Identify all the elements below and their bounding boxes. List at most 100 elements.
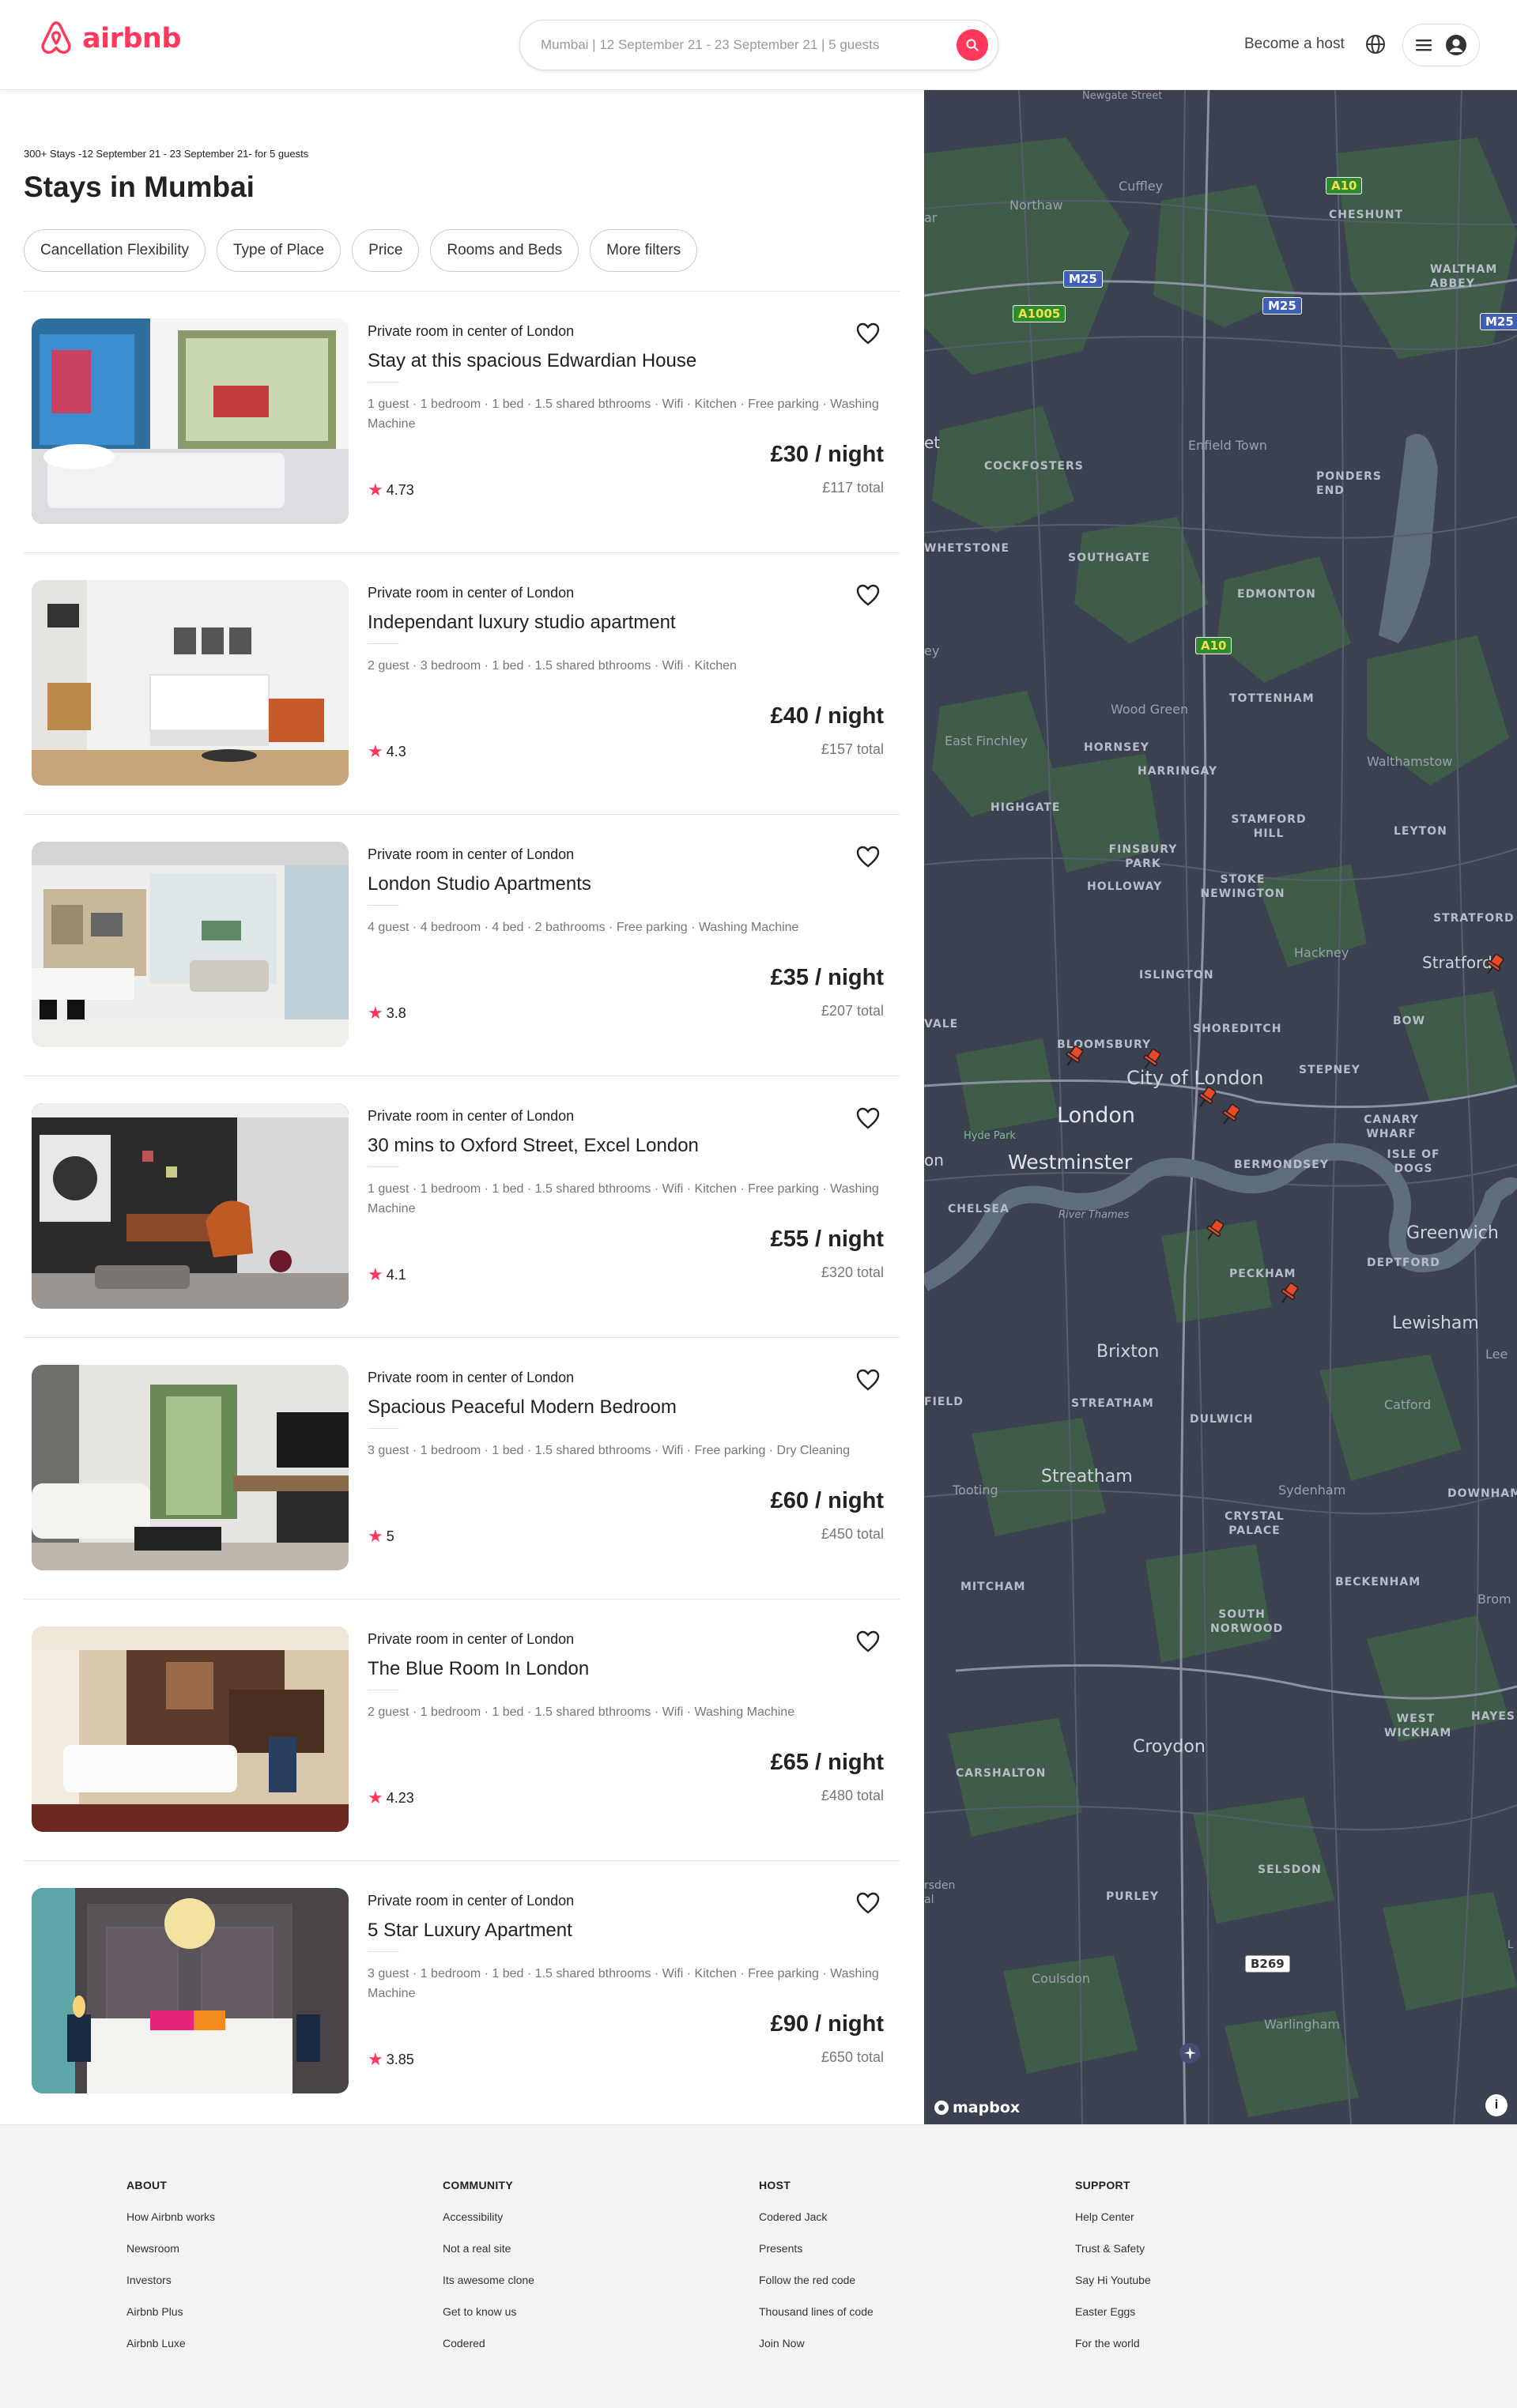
search-summary-text[interactable]: Mumbai | 12 September 21 - 23 September …	[541, 37, 957, 53]
footer-link[interactable]: Accessibility	[443, 2210, 534, 2223]
listing-title[interactable]: 30 mins to Oxford Street, Excel London	[368, 1135, 699, 1157]
footer-heading: HOST	[759, 2179, 791, 2191]
footer-link[interactable]: Follow the red code	[759, 2274, 874, 2286]
listing-total: £117 total	[822, 480, 884, 496]
footer-link[interactable]: Airbnb Luxe	[126, 2337, 215, 2350]
footer-link[interactable]: Trust & Safety	[1075, 2242, 1151, 2255]
footer-column-about: ABOUT How Airbnb works Newsroom Investor…	[126, 2179, 215, 2368]
map-label: Greenwich	[1406, 1223, 1499, 1243]
listing-total: £480 total	[821, 1788, 884, 1803]
globe-icon[interactable]	[1364, 33, 1387, 55]
map-pin-icon[interactable]	[1481, 952, 1508, 978]
listing-list: Private room in center of London Stay at…	[24, 292, 900, 2123]
map-label: FIELD	[924, 1396, 964, 1408]
user-icon	[1445, 35, 1466, 55]
heart-icon[interactable]	[855, 322, 881, 345]
filter-type-of-place[interactable]: Type of Place	[216, 229, 342, 272]
filter-price[interactable]: Price	[352, 229, 420, 272]
mapbox-logo[interactable]: mapbox	[934, 2099, 1020, 2116]
map-label: Northaw	[1009, 198, 1063, 213]
footer-link[interactable]: Thousand lines of code	[759, 2305, 874, 2318]
listing-card[interactable]: Private room in center of London The Blu…	[24, 1600, 900, 1861]
map-label: SHOREDITCH	[1193, 1023, 1282, 1035]
listing-title[interactable]: Independant luxury studio apartment	[368, 612, 676, 634]
footer-link[interactable]: Get to know us	[443, 2305, 534, 2318]
heart-icon[interactable]	[855, 845, 881, 869]
listing-photo[interactable]	[32, 580, 349, 786]
listing-card[interactable]: Private room in center of London Indepen…	[24, 553, 900, 815]
footer-link[interactable]: Codered	[443, 2337, 534, 2350]
footer-link[interactable]: For the world	[1075, 2337, 1151, 2350]
footer-link[interactable]: Presents	[759, 2242, 874, 2255]
search-bar[interactable]: Mumbai | 12 September 21 - 23 September …	[519, 20, 998, 70]
footer-link[interactable]: Codered Jack	[759, 2210, 874, 2223]
footer-link[interactable]: Airbnb Plus	[126, 2305, 215, 2318]
listing-photo[interactable]	[32, 1626, 349, 1832]
rating-value: 4.73	[386, 481, 414, 498]
map-label: Croydon	[1133, 1737, 1206, 1757]
heart-icon[interactable]	[855, 1630, 881, 1653]
map-label: TOTTENHAM	[1229, 692, 1315, 705]
filter-rooms-beds[interactable]: Rooms and Beds	[430, 229, 579, 272]
listing-card[interactable]: Private room in center of London Spaciou…	[24, 1338, 900, 1600]
star-icon: ★	[368, 1526, 383, 1546]
footer-link[interactable]: Easter Eggs	[1075, 2305, 1151, 2318]
map-pin-icon[interactable]	[1201, 1217, 1228, 1244]
map-label: CRYSTAL PALACE	[1225, 1510, 1285, 1537]
listing-photo[interactable]	[32, 1365, 349, 1570]
info-icon[interactable]: i	[1485, 2094, 1508, 2116]
listing-subtitle: Private room in center of London	[368, 323, 575, 339]
map-label: Streatham	[1041, 1467, 1133, 1487]
listing-total: £450 total	[821, 1526, 884, 1542]
listing-title[interactable]: Stay at this spacious Edwardian House	[368, 350, 696, 372]
map-pin-icon[interactable]	[1060, 1043, 1087, 1070]
footer-link[interactable]: Newsroom	[126, 2242, 215, 2255]
heart-icon[interactable]	[855, 1106, 881, 1130]
footer-link[interactable]: Not a real site	[443, 2242, 534, 2255]
listing-photo[interactable]	[32, 842, 349, 1047]
footer-link[interactable]: Its awesome clone	[443, 2274, 534, 2286]
listing-total: £157 total	[821, 741, 884, 757]
footer-link[interactable]: Join Now	[759, 2337, 874, 2350]
listing-photo[interactable]	[32, 1103, 349, 1309]
footer-link[interactable]: Say Hi Youtube	[1075, 2274, 1151, 2286]
listing-title[interactable]: Spacious Peaceful Modern Bedroom	[368, 1396, 677, 1419]
listing-title[interactable]: 5 Star Luxury Apartment	[368, 1920, 572, 1942]
map-panel[interactable]: A10 M25 M25 M25 A1005 A10 B269 Newgate S…	[924, 90, 1517, 2124]
listing-title[interactable]: The Blue Room In London	[368, 1658, 589, 1680]
listing-photo[interactable]	[32, 1888, 349, 2093]
listing-subtitle: Private room in center of London	[368, 1631, 575, 1647]
listing-card[interactable]: Private room in center of London 30 mins…	[24, 1076, 900, 1338]
map-label: CHELSEA	[948, 1203, 1009, 1215]
map-label: Lee	[1485, 1347, 1508, 1362]
user-menu-button[interactable]	[1402, 24, 1480, 66]
heart-icon[interactable]	[855, 583, 881, 607]
divider	[368, 1166, 399, 1167]
listing-photo[interactable]	[32, 318, 349, 524]
map-pin-icon[interactable]	[1217, 1102, 1243, 1129]
listing-total: £320 total	[821, 1264, 884, 1280]
listing-title[interactable]: London Studio Apartments	[368, 873, 591, 895]
listing-card[interactable]: Private room in center of London London …	[24, 815, 900, 1076]
map-label: Coulsdon	[1032, 1971, 1090, 1986]
search-button[interactable]	[957, 29, 988, 61]
airbnb-logo[interactable]: airbnb	[38, 19, 181, 58]
become-host-link[interactable]: Become a host	[1244, 36, 1345, 53]
footer-link[interactable]: How Airbnb works	[126, 2210, 215, 2223]
filter-more[interactable]: More filters	[590, 229, 698, 272]
heart-icon[interactable]	[855, 1891, 881, 1915]
map-pin-icon[interactable]	[1275, 1280, 1302, 1307]
map-label: Warlingham	[1264, 2017, 1340, 2032]
listing-card[interactable]: Private room in center of London Stay at…	[24, 292, 900, 553]
listing-card[interactable]: Private room in center of London 5 Star …	[24, 1861, 900, 2123]
rating-value: 5	[386, 1528, 394, 1544]
footer-link[interactable]: Help Center	[1075, 2210, 1151, 2223]
map-label: BECKENHAM	[1335, 1576, 1421, 1588]
heart-icon[interactable]	[855, 1368, 881, 1392]
map-label: STREATHAM	[1071, 1397, 1154, 1410]
map-pin-icon[interactable]	[1138, 1046, 1164, 1073]
filter-cancellation[interactable]: Cancellation Flexibility	[24, 229, 206, 272]
footer-link[interactable]: Investors	[126, 2274, 215, 2286]
map-label: WEST WICKHAM	[1384, 1713, 1452, 1739]
map-pin-icon[interactable]	[1193, 1084, 1220, 1111]
